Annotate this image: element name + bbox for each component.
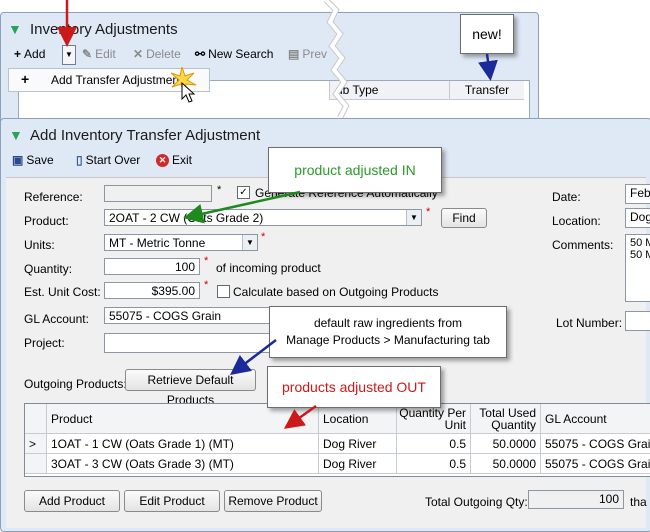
- arrow-blue-retrieve: [230, 339, 277, 376]
- arrow-blue-transfer: [478, 53, 498, 81]
- arrow-red-products: [283, 404, 317, 429]
- arrow-green-product: [183, 190, 301, 224]
- annotation-arrows: [57, 0, 498, 429]
